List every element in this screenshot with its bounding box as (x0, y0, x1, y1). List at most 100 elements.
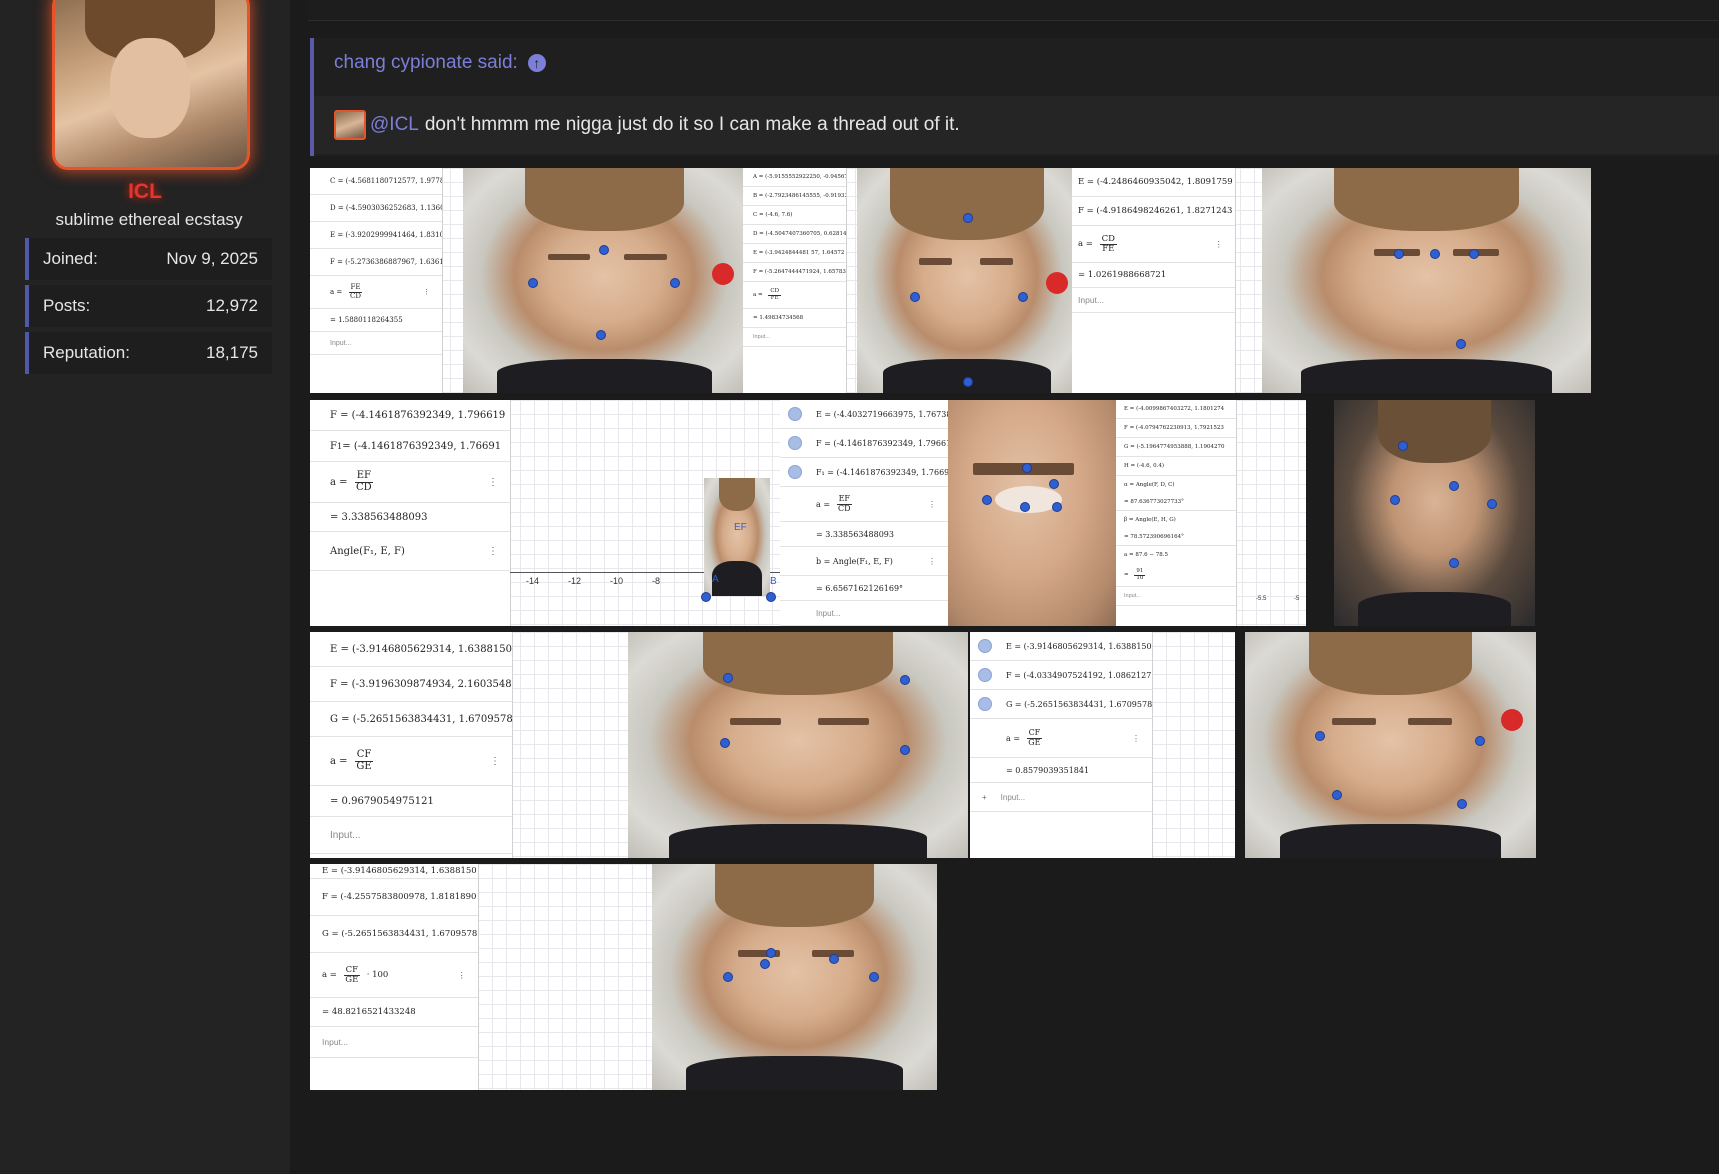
angle-command: Angle(F₁, E, F) (330, 545, 405, 557)
algebra-row: F = (-5.2736386887967, 1.6361585 (310, 249, 442, 276)
kebab-menu-icon[interactable]: ⋮ (1215, 239, 1224, 250)
user-avatar[interactable] (52, 0, 250, 170)
algebra-row: G = (-5.2651563834431, 1.6709578 (310, 916, 478, 953)
geogebra-panel: E = (-3.9146805629314, 1.6388150 F = (-4… (310, 864, 652, 1090)
photo-brow (624, 253, 667, 261)
algebra-row: G = (-5.2651563834431, 1.6709578 (310, 702, 512, 737)
photo-hair (1378, 400, 1491, 464)
algebra-row: E = (-3.9146805629314, 1.6388150 (970, 632, 1152, 661)
kebab-menu-icon[interactable]: ⋮ (458, 970, 467, 981)
frac-den: GE (1028, 737, 1041, 747)
photo-shirt (711, 560, 763, 596)
visibility-toggle[interactable] (978, 697, 992, 711)
marker-point (1469, 249, 1480, 259)
background-object (712, 262, 735, 285)
row-text: E = (-3.9146805629314, 1.6388150 (1006, 641, 1152, 651)
axis-tick: -8 (652, 576, 661, 586)
kebab-menu-icon[interactable]: ⋮ (928, 557, 936, 566)
stat-label: Reputation: (43, 343, 130, 362)
plus-icon[interactable]: + (982, 793, 987, 802)
algebra-formula-row: a = CF GE ⋮ (310, 737, 512, 786)
face-photo (463, 168, 746, 393)
photo-brow (918, 258, 952, 265)
algebra-row: F = (-4.1461876392349, 1.796619 (310, 400, 510, 431)
algebra-input[interactable]: + Input... (970, 783, 1152, 812)
marker-point (1390, 494, 1401, 505)
face-photo (628, 632, 968, 858)
photo-hair (714, 864, 875, 928)
visibility-toggle[interactable] (788, 465, 802, 479)
algebra-input[interactable]: Input... (1116, 587, 1236, 606)
marker-point (701, 592, 711, 602)
visibility-toggle[interactable] (978, 639, 992, 653)
image-strip-3[interactable]: E = (-3.9146805629314, 1.6388150 F = (-3… (310, 632, 1536, 858)
marker-point (1448, 558, 1459, 569)
algebra-view: E = (-3.9146805629314, 1.6388150 F = (-3… (310, 632, 513, 858)
algebra-input[interactable]: Input... (310, 1027, 478, 1058)
visibility-toggle[interactable] (788, 436, 802, 450)
username[interactable]: ICL (0, 180, 290, 204)
image-strip-1[interactable]: C = (-4.5681180712577, 1.977861 D = (-4.… (310, 168, 1591, 393)
algebra-view: E = (-3.9146805629314, 1.6388150 F = (-4… (970, 632, 1153, 858)
algebra-input[interactable]: Input... (310, 817, 512, 854)
kebab-menu-icon[interactable]: ⋮ (488, 477, 498, 488)
user-title: sublime ethereal ecstasy (55, 210, 243, 229)
avatar-face (110, 38, 190, 138)
arrow-up-circle-icon[interactable]: ↑ (527, 54, 546, 72)
face-photo (1245, 632, 1536, 858)
mention-avatar[interactable] (334, 110, 366, 140)
row-text: E = (-4.4032719663975, 1.767380 (816, 409, 948, 419)
photo-hair (890, 168, 1044, 240)
kebab-menu-icon[interactable]: ⋮ (1132, 734, 1140, 743)
algebra-input[interactable]: Input... (780, 601, 948, 626)
quote-author-link[interactable]: chang cypionate said: ↑ (334, 52, 546, 74)
kebab-menu-icon[interactable]: ⋮ (488, 546, 498, 557)
algebra-result: = 3.338563488093 (310, 503, 510, 532)
algebra-row: E = (-4.0099867403272, 1.1801274 (1116, 400, 1236, 419)
mention-link[interactable]: @ICL (370, 114, 419, 136)
image-strip-2[interactable]: F = (-4.1461876392349, 1.796619 F1 = (-4… (310, 400, 1535, 626)
kebab-menu-icon[interactable]: ⋮ (928, 500, 936, 509)
visibility-toggle[interactable] (788, 407, 802, 421)
photo-shirt (1301, 359, 1552, 393)
image-strip-4[interactable]: E = (-3.9146805629314, 1.6388150 F = (-4… (310, 864, 937, 1090)
photo-shirt (1279, 824, 1502, 858)
photo-brow (980, 258, 1014, 265)
algebra-input[interactable]: Input... (1072, 288, 1235, 313)
frac-den: CD (837, 503, 851, 513)
marker-point (1332, 790, 1343, 801)
marker-point (723, 972, 734, 983)
geogebra-panel: C = (-4.5681180712577, 1.977861 D = (-4.… (310, 168, 465, 393)
background-object (1501, 708, 1524, 731)
algebra-result: = 0.9679054975121 (310, 786, 512, 817)
quote-author[interactable]: chang cypionate said: (334, 52, 518, 74)
marker-point (900, 745, 910, 755)
point-label: A (712, 574, 719, 585)
algebra-input[interactable]: Input... (310, 332, 442, 355)
marker-point (1020, 501, 1031, 512)
marker-point (1398, 440, 1409, 451)
marker-point (1429, 249, 1440, 259)
user-sidebar: ICL sublime ethereal ecstasy Joined: Nov… (0, 0, 290, 1174)
geogebra-panel: E = (-4.4032719663975, 1.767380 F = (-4.… (780, 400, 948, 626)
section-heading-partial (310, 1160, 610, 1174)
marker-point (962, 213, 973, 223)
marker-point (723, 672, 734, 683)
algebra-row: F₁ = (-4.1461876392349, 1.76691 (780, 458, 948, 487)
marker-point (596, 330, 606, 340)
kebab-menu-icon[interactable]: ⋮ (490, 756, 500, 767)
row-text: b = Angle(F₁, E, F) (816, 556, 893, 566)
algebra-row: D = (-4.5047407360705, 0.62814 (743, 225, 846, 244)
marker-point (1448, 481, 1459, 492)
marker-point (1048, 479, 1059, 490)
algebra-row: E = (-3.9146805629314, 1.6388150 (310, 864, 478, 879)
algebra-row: D = (-4.5903036252683, 1.13608 (310, 195, 442, 222)
kebab-menu-icon[interactable]: ⋮ (423, 288, 430, 296)
marker-point (719, 738, 730, 749)
frac-den: FE (1102, 243, 1115, 254)
marker-point (900, 674, 910, 685)
visibility-toggle[interactable] (978, 668, 992, 682)
marker-point (528, 278, 539, 289)
algebra-input[interactable]: Input... (743, 328, 846, 347)
row-text: F = (-4.0334907524192, 1.0862127 (1006, 670, 1152, 680)
